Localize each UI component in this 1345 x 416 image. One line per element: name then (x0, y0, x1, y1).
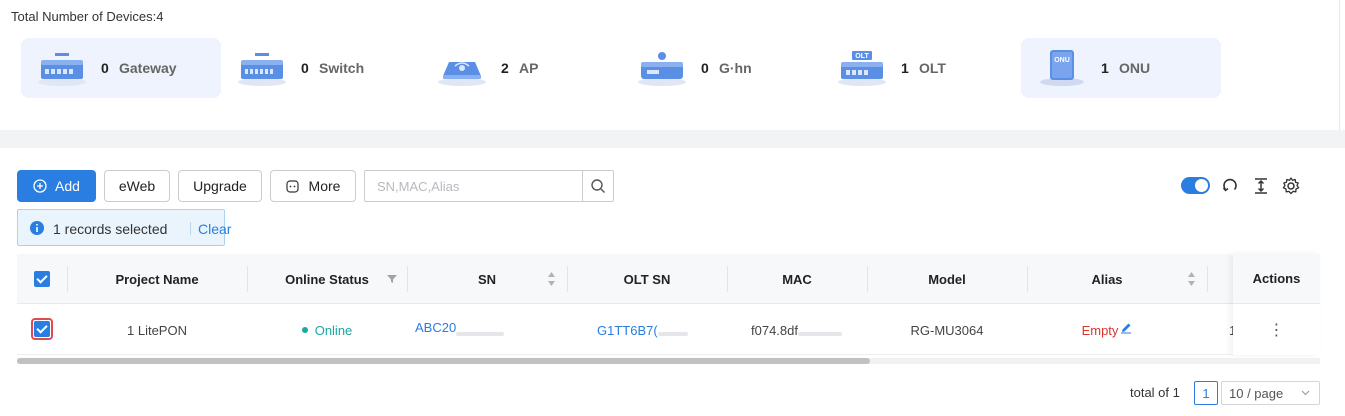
gateway-icon (38, 53, 86, 86)
column-height-icon[interactable] (1251, 176, 1271, 196)
col-model[interactable]: Model (867, 254, 1027, 304)
view-toggle[interactable] (1181, 177, 1210, 194)
col-alias[interactable]: Alias (1027, 254, 1187, 304)
olt-label: OLT (919, 60, 946, 76)
refresh-icon[interactable] (1220, 176, 1240, 196)
info-icon (30, 221, 44, 235)
olt-count: 1 (901, 60, 909, 76)
search-icon (591, 179, 605, 193)
sort-icon[interactable] (547, 271, 556, 287)
pagination-page-1[interactable]: 1 (1194, 381, 1218, 405)
chevron-down-icon (1301, 390, 1310, 396)
search-button[interactable] (582, 171, 613, 201)
ap-icon (438, 62, 486, 86)
onu-icon: ONU (1040, 50, 1084, 86)
more-vertical-icon: ⋮ (1268, 322, 1285, 339)
device-card-ghn[interactable]: 0 G·hn (621, 38, 821, 98)
device-card-ap[interactable]: 2 AP (421, 38, 621, 98)
eweb-button[interactable]: eWeb (104, 170, 170, 202)
device-card-switch[interactable]: 0 Switch (221, 38, 421, 98)
onu-label: ONU (1119, 60, 1151, 76)
upgrade-button[interactable]: Upgrade (178, 170, 262, 202)
eweb-button-label: eWeb (118, 178, 156, 194)
records-selected-text: 1 records selected (53, 221, 168, 237)
clear-selection-link[interactable]: Clear (198, 221, 231, 237)
ap-label: AP (519, 60, 539, 76)
col-project-name[interactable]: Project Name (67, 254, 247, 304)
sort-icon[interactable] (1187, 271, 1196, 287)
select-all-checkbox[interactable] (34, 271, 50, 287)
cell-model: RG-MU3064 (910, 322, 984, 338)
upgrade-button-label: Upgrade (193, 178, 247, 194)
onu-icon-text: ONU (1054, 57, 1070, 64)
pagination-total: total of 1 (1130, 385, 1180, 400)
section-gap (0, 130, 1345, 148)
device-card-onu[interactable]: ONU 1 ONU (1021, 38, 1221, 98)
gateway-label: Gateway (119, 60, 177, 76)
summary-divider (1339, 0, 1340, 130)
actions-column: Actions ⋮ (1233, 254, 1320, 355)
col-sn[interactable]: SN (407, 254, 567, 304)
row-actions-button[interactable]: ⋮ (1233, 305, 1320, 355)
horizontal-scrollbar[interactable] (17, 358, 1320, 364)
col-mac[interactable]: MAC (727, 254, 867, 304)
selection-info-bar: 1 records selected Clear (17, 209, 231, 246)
cell-sn[interactable]: ABC20 (415, 305, 565, 355)
more-button[interactable]: More (270, 170, 356, 202)
col-actions: Actions (1233, 254, 1320, 304)
cell-alias[interactable]: Empty (1027, 305, 1187, 355)
olt-icon-text: OLT (855, 53, 869, 60)
settings-gear-icon[interactable] (1281, 176, 1301, 196)
cell-online-status: Online (247, 305, 407, 355)
table-row[interactable]: 1 LitePON Online ABC20 G1TT6B7( f074.8df… (17, 305, 1320, 355)
col-olt-sn[interactable]: OLT SN (567, 254, 727, 304)
add-button-label: Add (55, 178, 80, 194)
switch-icon (238, 53, 286, 86)
ghn-count: 0 (701, 60, 709, 76)
ghn-label: G·hn (719, 60, 752, 76)
switch-label: Switch (319, 60, 365, 76)
page-size-select[interactable]: 10 / page (1221, 381, 1320, 405)
search-input[interactable] (365, 171, 583, 201)
edit-pencil-icon[interactable] (1120, 322, 1132, 334)
olt-icon: OLT (838, 51, 886, 86)
search-box (364, 170, 614, 202)
device-card-olt[interactable]: OLT 1 OLT (821, 38, 1021, 98)
selection-separator (190, 222, 191, 235)
device-table: Project Name Online Status SN OLT SN MAC… (17, 254, 1320, 364)
row-checkbox-highlight (31, 318, 53, 340)
device-summary: Total Number of Devices:4 0 Gateway 0 Sw… (0, 0, 1339, 130)
plus-circle-icon (33, 179, 47, 193)
scrollbar-thumb[interactable] (17, 358, 870, 364)
cell-olt-sn[interactable]: G1TT6B7( (597, 305, 727, 355)
online-dot-icon (301, 327, 308, 333)
device-card-gateway[interactable]: 0 Gateway (21, 38, 221, 98)
more-icon (285, 179, 299, 193)
gateway-count: 0 (101, 60, 109, 76)
more-button-label: More (308, 178, 341, 194)
total-devices-label: Total Number of Devices:4 (11, 9, 164, 24)
cell-mac: f074.8df (751, 305, 871, 355)
ap-count: 2 (501, 60, 509, 76)
onu-count: 1 (1101, 60, 1109, 76)
ghn-icon (638, 52, 686, 86)
table-header: Project Name Online Status SN OLT SN MAC… (17, 254, 1320, 304)
col-online-status[interactable]: Online Status (247, 254, 407, 304)
cell-project-name: 1 LitePON (127, 322, 187, 338)
add-button[interactable]: Add (17, 170, 96, 202)
filter-icon[interactable] (387, 274, 397, 284)
switch-count: 0 (301, 60, 309, 76)
